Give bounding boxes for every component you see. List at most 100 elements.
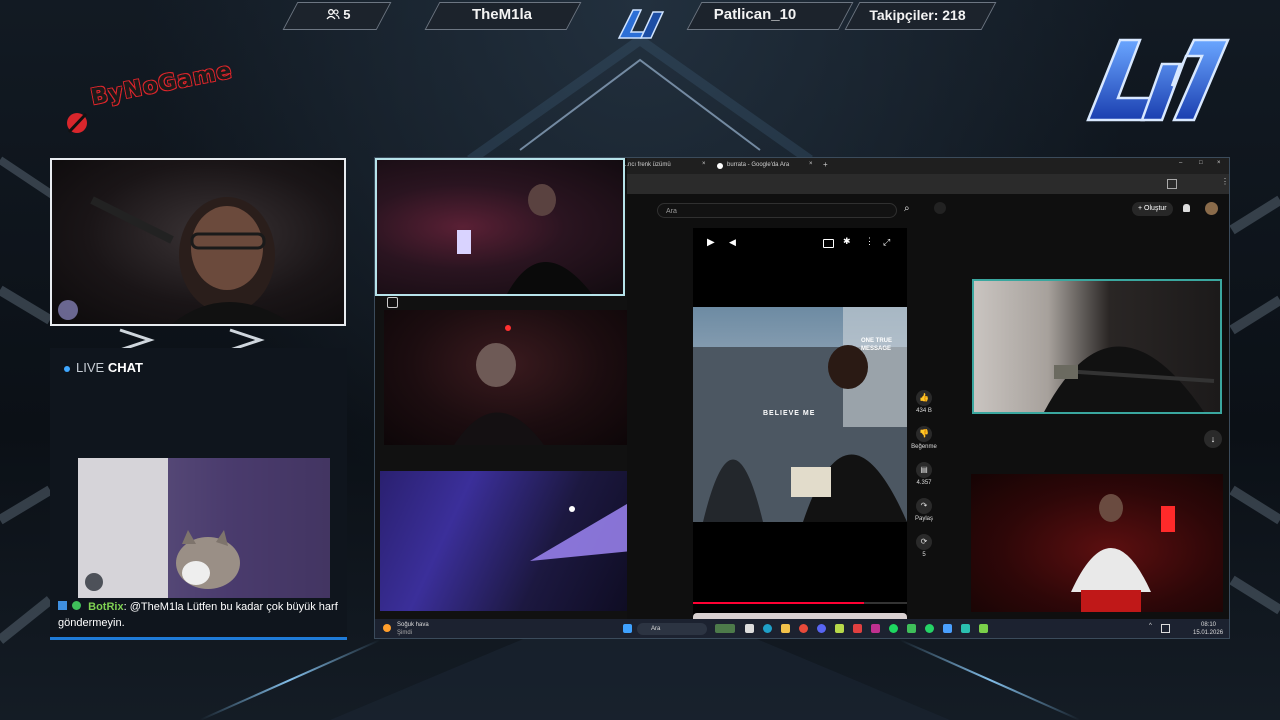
create-button[interactable]: + Oluştur xyxy=(1132,202,1173,216)
shorts-video[interactable]: ONE TRUE MESSAGE BELIEVE ME xyxy=(693,307,907,522)
live-label: LIVE xyxy=(76,360,105,375)
share-icon[interactable]: ↷ xyxy=(916,498,932,514)
chat-message-user[interactable]: BotRix xyxy=(88,601,123,613)
chat-label: CHAT xyxy=(107,360,143,375)
close-window-icon[interactable]: × xyxy=(1217,160,1221,166)
comment-count: 4.357 xyxy=(916,480,932,486)
live-chat-panel: LIVE CHAT BotRix: @TheM1la Lütfen bu kad… xyxy=(50,348,347,640)
minimize-icon[interactable]: – xyxy=(1179,160,1182,166)
whatsapp-icon[interactable] xyxy=(925,624,934,633)
sponsor-mark-icon xyxy=(67,112,88,134)
webcam-scene xyxy=(58,196,292,324)
participant-webcam-2 xyxy=(384,310,627,445)
brand-logo-small xyxy=(617,9,665,39)
participant-2-scene xyxy=(454,325,544,445)
more-icon[interactable]: ⋮ xyxy=(865,236,874,247)
app-icon[interactable] xyxy=(907,624,916,633)
viewer-count-box: 5 xyxy=(292,2,384,28)
remix-count: 5 xyxy=(922,552,926,558)
comment-icon[interactable]: ▤ xyxy=(916,462,932,478)
search-icon[interactable]: ⌕ xyxy=(904,203,910,214)
participant-3-scene xyxy=(530,501,632,561)
participant-4-scene xyxy=(1044,346,1215,412)
settings-icon[interactable]: ✱ xyxy=(843,236,851,247)
dislike-icon[interactable]: 👎 xyxy=(916,426,932,442)
discord-icon[interactable] xyxy=(817,624,826,633)
video-caption: BELIEVE ME xyxy=(763,410,816,417)
windows-start-icon[interactable] xyxy=(623,624,632,633)
brand-logo-large xyxy=(1086,38,1230,122)
video-overlay-text: ONE TRUE MESSAGE xyxy=(861,338,893,352)
like-icon[interactable]: 👍 xyxy=(916,390,932,406)
sponsor-logo: ByNoGame xyxy=(64,58,274,144)
captions-icon[interactable] xyxy=(823,239,834,248)
google-icon xyxy=(717,163,723,169)
video-progress-bar[interactable] xyxy=(693,602,907,604)
maximize-icon[interactable]: □ xyxy=(1199,160,1203,166)
weather-icon xyxy=(383,624,391,632)
tab-close-icon[interactable]: × xyxy=(809,161,813,167)
tray-chevron-icon[interactable]: ^ xyxy=(1149,623,1152,629)
spotify-icon[interactable] xyxy=(889,624,898,633)
dislike-label: Beğenme xyxy=(911,444,937,450)
chat-message: BotRix: @TheM1la Lütfen bu kadar çok büy… xyxy=(58,599,344,631)
like-count: 434 B xyxy=(916,408,932,414)
remix-icon[interactable]: ⟳ xyxy=(916,534,932,550)
fullscreen-icon[interactable]: ⤢ xyxy=(883,237,890,248)
app-icon[interactable] xyxy=(835,624,844,633)
participant-webcam-5 xyxy=(971,474,1223,612)
clock-time[interactable]: 08:10 xyxy=(1201,622,1216,628)
sponsor-logo-text: ByNoGame xyxy=(88,58,235,111)
browser-tab-strip: ...ncı frenk üzümü × burrata - Google'da… xyxy=(623,158,1229,174)
guest-webcam-cat xyxy=(78,458,330,598)
app-icon[interactable] xyxy=(961,624,970,633)
tab-close-icon[interactable]: × xyxy=(702,161,706,167)
left-streamer-name: TheM1la xyxy=(471,6,532,23)
verified-badge-icon xyxy=(72,601,82,610)
browser-tab-1[interactable]: ...ncı frenk üzümü xyxy=(623,162,671,168)
youtube-search-input[interactable]: Ara xyxy=(657,203,897,218)
right-streamer-name: Patlican_10 xyxy=(713,6,797,23)
play-icon[interactable]: ▶ xyxy=(707,237,715,248)
task-view-icon[interactable] xyxy=(745,624,754,633)
mic-icon[interactable] xyxy=(934,202,946,214)
weather-subtitle: Şimdi xyxy=(397,630,413,636)
clock-date[interactable]: 15.01.2026 xyxy=(1193,630,1223,636)
participant-webcam-1 xyxy=(375,158,625,296)
overlay-toggle-icon[interactable] xyxy=(387,297,398,308)
live-dot-icon xyxy=(64,365,70,372)
scroll-down-icon[interactable]: ↓ xyxy=(1204,430,1222,448)
app-icon[interactable] xyxy=(871,624,880,633)
explorer-icon[interactable] xyxy=(781,624,790,633)
extensions-icon[interactable] xyxy=(1167,179,1177,189)
participant-webcam-3 xyxy=(380,471,632,611)
weather-title[interactable]: Soğuk hava xyxy=(397,622,429,628)
menu-dots-icon[interactable]: ⋮ xyxy=(1221,177,1229,186)
video-progress-fill xyxy=(693,602,865,604)
chat-header: LIVE CHAT xyxy=(64,360,143,375)
twitch-badge-icon xyxy=(58,601,67,610)
app-icon[interactable] xyxy=(979,624,988,633)
edge-icon[interactable] xyxy=(763,624,772,633)
participant-5-scene xyxy=(1071,494,1175,612)
shorts-action-bar: 👍 434 B 👎 Beğenme ▤ 4.357 ↷ Paylaş ⟳ 5 xyxy=(909,390,939,570)
create-label: Oluştur xyxy=(1144,205,1167,212)
volume-icon[interactable]: ◀ xyxy=(729,237,736,248)
taskbar-search-input[interactable]: Ara xyxy=(637,623,707,635)
widgets-icon[interactable] xyxy=(715,624,735,633)
new-tab-icon[interactable]: + xyxy=(823,160,828,169)
network-icon xyxy=(1161,624,1170,633)
browser-toolbar: ⋮ xyxy=(627,174,1229,194)
viewer-count: 5 xyxy=(343,7,351,22)
bell-icon[interactable] xyxy=(1183,204,1190,212)
avatar[interactable] xyxy=(1205,202,1218,215)
chrome-icon[interactable] xyxy=(799,624,808,633)
windows-taskbar: Soğuk hava Şimdi Ara ^ 08:10 15.01.2026 xyxy=(375,619,1229,638)
share-label: Paylaş xyxy=(914,516,933,522)
cat-scene xyxy=(78,458,330,598)
browser-tab-2[interactable]: burrata - Google'da Ara xyxy=(727,162,789,168)
app-icon[interactable] xyxy=(943,624,952,633)
users-icon xyxy=(326,9,340,20)
app-icon[interactable] xyxy=(853,624,862,633)
participant-webcam-4 xyxy=(972,279,1222,414)
